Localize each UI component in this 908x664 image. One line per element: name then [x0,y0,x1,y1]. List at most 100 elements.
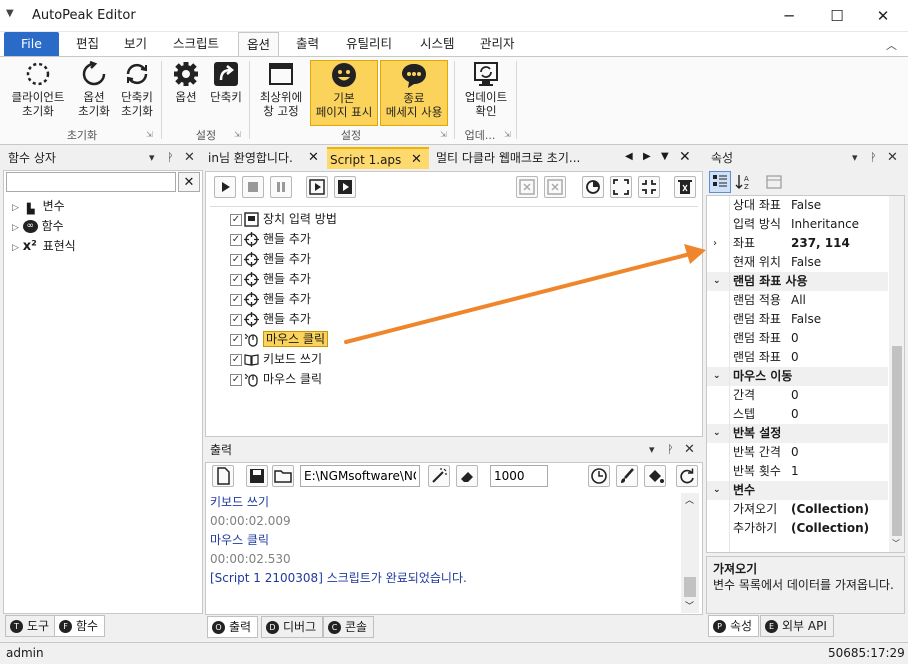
output-scrollbar[interactable]: ︿ ﹀ [681,493,699,613]
fill-button[interactable] [644,465,666,487]
update-check-button[interactable]: 업데이트 확인 [458,60,514,118]
option-reset-button[interactable]: 옵션 초기화 [72,60,116,118]
doc-tab-welcome[interactable]: in님 환영합니다. ✕ [205,147,325,169]
tab-script[interactable]: 스크립트 [165,32,227,56]
prop-value[interactable]: False [791,196,821,215]
prop-row[interactable]: 랜덤 좌표 0 [707,329,888,348]
checkbox[interactable]: ✓ [230,273,242,286]
tab-functions[interactable]: F 함수 [54,615,106,637]
chevron-down-icon[interactable]: ⌄ [713,481,721,500]
log-limit-stepper[interactable] [490,465,548,487]
props-scrollbar[interactable]: ﹀ [889,196,904,552]
tab-output-log[interactable]: O 출력 [207,616,259,638]
pin-icon[interactable]: ᚹ [667,439,674,461]
new-log-button[interactable] [212,465,234,487]
client-reset-button[interactable]: 클라이언트 초기화 [6,60,70,118]
record-button[interactable] [582,176,604,198]
close-doc-icon[interactable]: ✕ [679,149,691,165]
tab-system[interactable]: 시스템 [412,32,463,56]
close-panel-icon[interactable]: ✕ [184,147,195,169]
expand-button[interactable] [610,176,632,198]
prop-row[interactable]: 랜덤 적용 All [707,291,888,310]
script-line[interactable]: ✓ 핸들 추가 [230,269,311,289]
prop-value[interactable]: All [791,291,806,310]
script-line[interactable]: ✓ 핸들 추가 [230,249,311,269]
log-path-input[interactable] [300,465,420,487]
scroll-thumb[interactable] [892,346,902,536]
maximize-icon[interactable]: ☐ [814,0,860,32]
close-panel-icon[interactable]: ✕ [887,147,898,169]
scroll-down-icon[interactable]: ﹀ [892,538,900,549]
script-line[interactable]: ✓ 마우스 클릭 [230,369,322,389]
disabled-button-2[interactable] [544,176,566,198]
shortcut-reset-button[interactable]: 단축키 초기화 [116,60,158,118]
pin-icon[interactable]: ᚹ [167,147,174,169]
tab-admin[interactable]: 관리자 [472,32,523,56]
prop-value[interactable]: 237, 114 [791,234,850,253]
checkbox[interactable]: ✓ [230,233,242,246]
checkbox[interactable]: ✓ [230,213,242,226]
prop-value[interactable]: 0 [791,348,799,367]
script-line[interactable]: ✓ 장치 입력 방법 [230,209,337,229]
default-page-button[interactable]: 기본 페이지 표시 [310,60,378,126]
prop-value[interactable]: 0 [791,329,799,348]
tree-item-function[interactable]: ▷ ∞ 함수 [12,216,64,236]
quick-access-icon[interactable]: ▼ [6,8,14,19]
clear-search-button[interactable]: ✕ [178,172,200,192]
prop-value[interactable]: 1 [791,462,799,481]
tree-item-expression[interactable]: ▷ x² 표현식 [12,236,76,256]
dropdown-icon[interactable]: ▾ [649,439,655,461]
prop-row[interactable]: 상대 좌표 False [707,196,888,215]
prop-row[interactable]: 간격 0 [707,386,888,405]
checkbox[interactable]: ✓ [230,313,242,326]
open-folder-button[interactable] [272,465,294,487]
pause-button[interactable] [270,176,292,198]
collapse-ribbon-icon[interactable]: ︿ [886,37,897,53]
scroll-left-icon[interactable]: ◀ [625,151,633,162]
prop-category[interactable]: ⌄ 랜덤 좌표 사용 [707,272,888,291]
prop-value[interactable]: (Collection) [791,500,869,519]
prop-row[interactable]: 입력 방식 Inheritance [707,215,888,234]
search-input[interactable] [6,172,176,192]
prop-row[interactable]: 랜덤 좌표 False [707,310,888,329]
prop-value[interactable]: False [791,253,821,272]
clean-button[interactable] [428,465,450,487]
prop-row[interactable]: 추가하기 (Collection) [707,519,888,538]
tab-edit[interactable]: 편집 [68,32,107,56]
tab-options[interactable]: 옵션 [238,32,280,57]
save-log-button[interactable] [246,465,268,487]
prop-value[interactable]: (Collection) [791,519,869,538]
expand-arrow-icon[interactable]: ▷ [12,243,19,253]
prop-row[interactable]: 현재 위치 False [707,253,888,272]
step-button[interactable] [306,176,328,198]
prop-value[interactable]: 0 [791,443,799,462]
prop-row[interactable]: 반복 횟수 1 [707,462,888,481]
pin-icon[interactable]: ᚹ [870,147,877,169]
checkbox[interactable]: ✓ [230,333,242,346]
checkbox[interactable]: ✓ [230,373,242,386]
prop-category[interactable]: ⌄ 마우스 이동 [707,367,888,386]
script-line[interactable]: ✓ 핸들 추가 [230,289,311,309]
prop-value[interactable]: 0 [791,405,799,424]
prop-value[interactable]: Inheritance [791,215,859,234]
sort-az-button[interactable]: AZ [734,172,754,192]
expand-arrow-icon[interactable]: ▷ [12,223,19,233]
play-button[interactable] [214,176,236,198]
tab-external-api[interactable]: E 외부 API [760,615,834,637]
dialog-launcher-icon[interactable]: ⇲ [234,130,241,139]
dialog-launcher-icon[interactable]: ⇲ [504,130,511,139]
tab-list-icon[interactable]: ▼ [661,151,669,162]
script-line[interactable]: ✓ 키보드 쓰기 [230,349,322,369]
scroll-down-icon[interactable]: ﹀ [685,599,694,612]
chevron-down-icon[interactable]: ⌄ [713,272,721,291]
prop-row[interactable]: 가져오기 (Collection) [707,500,888,519]
prop-row[interactable]: › 좌표 237, 114 [707,234,888,253]
always-on-top-button[interactable]: 최상위에 창 고정 [254,60,308,118]
collapse-button[interactable] [638,176,660,198]
tab-output[interactable]: 출력 [288,32,327,56]
tab-properties[interactable]: P 속성 [708,615,760,637]
script-line-selected[interactable]: ✓ 마우스 클릭 [230,329,329,349]
prop-value[interactable]: False [791,310,821,329]
exit-message-button[interactable]: 종료 메세지 사용 [380,60,448,126]
options-button[interactable]: 옵션 [166,60,206,104]
